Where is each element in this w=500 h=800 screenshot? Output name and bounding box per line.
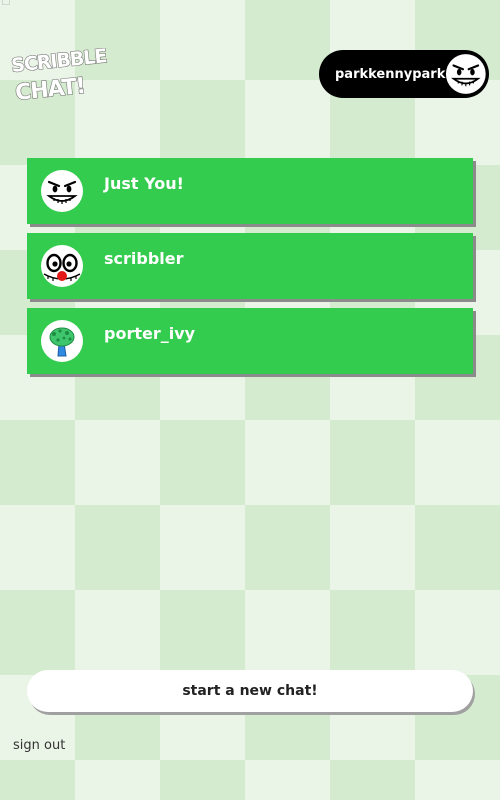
corner-mark [2, 0, 10, 5]
sign-out-link[interactable]: sign out [13, 738, 65, 753]
chat-item-porter-ivy[interactable]: porter_ivy [27, 308, 473, 374]
grinning-face-avatar-icon [41, 170, 83, 212]
user-profile-button[interactable]: parkkennypark [319, 50, 489, 98]
tree-avatar-icon [41, 320, 83, 362]
logo-line2: CHAT! [14, 74, 86, 106]
chat-item-just-you[interactable]: Just You! [27, 158, 473, 224]
username-label: parkkennypark [335, 66, 446, 82]
chat-list: Just You! scribbler porter_ivy [27, 158, 473, 383]
logo-line1: SCRIBBLE [10, 48, 107, 77]
chat-name: porter_ivy [104, 324, 196, 343]
grinning-face-avatar-icon [446, 54, 487, 94]
chat-name: Just You! [104, 174, 184, 193]
clown-face-avatar-icon [41, 245, 83, 287]
chat-item-scribbler[interactable]: scribbler [27, 233, 473, 299]
new-chat-button[interactable]: start a new chat! [27, 670, 473, 712]
chat-name: scribbler [104, 249, 184, 268]
scribble-chat-logo: SCRIBBLE CHAT! [10, 48, 108, 107]
